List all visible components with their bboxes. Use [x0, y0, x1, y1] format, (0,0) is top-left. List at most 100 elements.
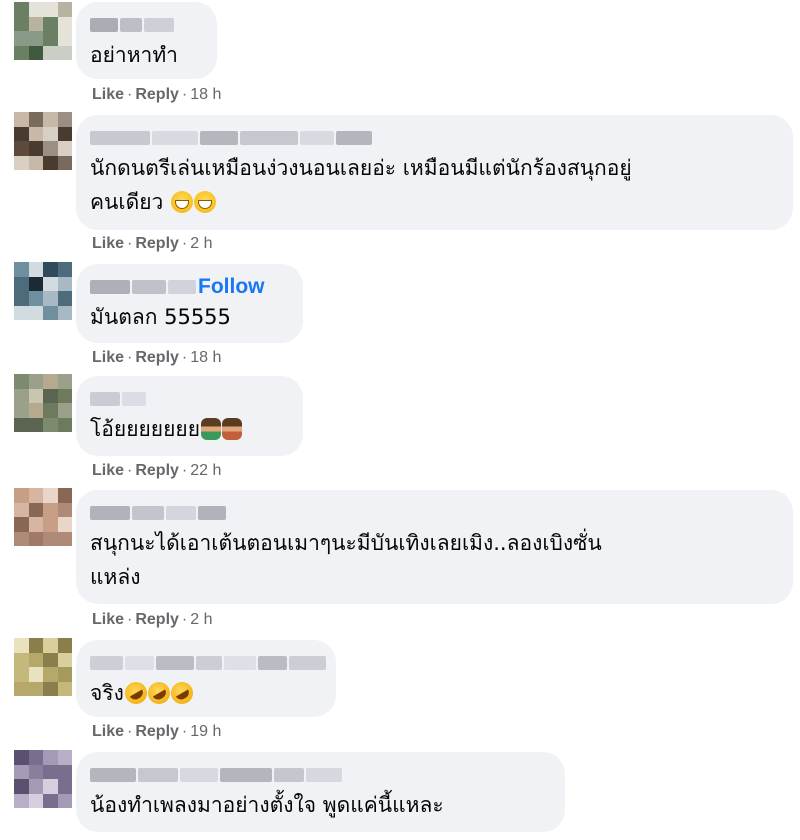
- avatar-pixel: [28, 793, 43, 808]
- avatar-pixel: [43, 667, 58, 682]
- comment-text: สนุกนะได้เอาเต้นตอนเมาๆนะมีบันเทิงเลยเมิ…: [90, 531, 602, 589]
- like-link[interactable]: Like: [92, 723, 124, 740]
- avatar-pixel: [28, 403, 43, 418]
- blurred-name-segment: [258, 656, 288, 670]
- reply-link[interactable]: Reply: [135, 723, 179, 740]
- comment-text: โอ้ยยยยยยย: [90, 412, 287, 446]
- like-link[interactable]: Like: [92, 349, 124, 366]
- timestamp[interactable]: 18 h: [190, 349, 221, 366]
- avatar-pixel: [14, 517, 29, 532]
- timestamp[interactable]: 2 h: [190, 611, 212, 628]
- timestamp[interactable]: 22 h: [190, 462, 221, 479]
- avatar-pixel: [43, 2, 58, 17]
- avatar-pixel: [43, 488, 58, 503]
- rolling-on-floor-laughing-icon: [166, 677, 197, 709]
- reply-link[interactable]: Reply: [135, 349, 179, 366]
- avatar-pixel: [57, 16, 72, 31]
- avatar-pixel: [28, 388, 43, 403]
- avatar-pixel: [57, 403, 72, 418]
- author-name[interactable]: Follow: [90, 275, 287, 299]
- like-link[interactable]: Like: [92, 235, 124, 252]
- author-name[interactable]: [90, 14, 201, 36]
- avatar-pixel: [28, 531, 43, 546]
- avatar-pixel: [57, 112, 72, 127]
- comment-text-body: จริง: [90, 681, 124, 705]
- avatar-pixel: [57, 750, 72, 765]
- avatar-pixel: [57, 2, 72, 17]
- avatar-pixel: [57, 374, 72, 389]
- avatar-pixel: [57, 502, 72, 517]
- avatar-pixel: [57, 517, 72, 532]
- avatar-pixel: [57, 155, 72, 170]
- comment-actions: Like · Reply · 22 h: [92, 462, 222, 479]
- follow-button[interactable]: Follow: [198, 275, 265, 299]
- reply-link[interactable]: Reply: [135, 86, 179, 103]
- blurred-name-segment: [90, 18, 118, 32]
- blurred-name-segment: [168, 280, 196, 294]
- avatar[interactable]: [14, 374, 72, 432]
- avatar-pixel: [57, 141, 72, 156]
- avatar-pixel: [28, 126, 43, 141]
- rolling-on-floor-laughing-icon: [143, 677, 174, 709]
- avatar[interactable]: [14, 262, 72, 320]
- comment-text: น้องทำเพลงมาอย่างตั้งใจ พูดแค่นี้แหละ: [90, 793, 444, 817]
- author-name[interactable]: [90, 388, 287, 410]
- avatar-pixel: [14, 667, 29, 682]
- avatar-pixel: [57, 779, 72, 794]
- avatar[interactable]: [14, 112, 72, 170]
- author-name[interactable]: [90, 652, 327, 674]
- timestamp[interactable]: 19 h: [190, 723, 221, 740]
- timestamp[interactable]: 2 h: [190, 235, 212, 252]
- avatar[interactable]: [14, 750, 72, 808]
- blurred-name-segment: [90, 656, 123, 670]
- blurred-name-segment: [196, 656, 222, 670]
- avatar-pixel: [14, 276, 29, 291]
- comment-text: มันตลก 55555: [90, 305, 231, 329]
- avatar-pixel: [43, 305, 58, 320]
- avatar-pixel: [43, 126, 58, 141]
- avatar-pixel: [14, 388, 29, 403]
- avatar-pixel: [43, 417, 58, 432]
- avatar[interactable]: [14, 638, 72, 696]
- avatar-pixel: [28, 155, 43, 170]
- avatar-pixel: [43, 155, 58, 170]
- avatar-pixel: [28, 417, 43, 432]
- avatar[interactable]: [14, 2, 72, 60]
- avatar-pixel: [14, 652, 29, 667]
- blurred-name-segment: [220, 768, 272, 782]
- avatar-pixel: [14, 764, 29, 779]
- like-link[interactable]: Like: [92, 462, 124, 479]
- avatar-pixel: [28, 488, 43, 503]
- reply-link[interactable]: Reply: [135, 235, 179, 252]
- like-link[interactable]: Like: [92, 86, 124, 103]
- blurred-name-segment: [132, 506, 164, 520]
- comment-bubble: สนุกนะได้เอาเต้นตอนเมาๆนะมีบันเทิงเลยเมิ…: [76, 490, 793, 604]
- avatar-pixel: [43, 403, 58, 418]
- author-name[interactable]: [90, 764, 549, 786]
- avatar-pixel: [43, 112, 58, 127]
- person-facepalming-icon: [201, 418, 222, 440]
- avatar-pixel: [14, 502, 29, 517]
- avatar-pixel: [28, 45, 43, 60]
- avatar[interactable]: [14, 488, 72, 546]
- reply-link[interactable]: Reply: [135, 462, 179, 479]
- reply-link[interactable]: Reply: [135, 611, 179, 628]
- avatar-pixel: [28, 667, 43, 682]
- avatar-pixel: [28, 305, 43, 320]
- blurred-name-segment: [90, 392, 120, 406]
- blurred-name-segment: [274, 768, 304, 782]
- blurred-name-segment: [122, 392, 146, 406]
- avatar-pixel: [28, 638, 43, 653]
- like-link[interactable]: Like: [92, 611, 124, 628]
- blurred-name-segment: [90, 280, 130, 294]
- blurred-name-segment: [336, 131, 372, 145]
- avatar-pixel: [57, 667, 72, 682]
- blurred-name-segment: [120, 18, 142, 32]
- timestamp[interactable]: 18 h: [190, 86, 221, 103]
- author-name[interactable]: [90, 127, 777, 149]
- author-name[interactable]: [90, 502, 777, 524]
- avatar-pixel: [14, 291, 29, 306]
- avatar-pixel: [28, 2, 43, 17]
- avatar-pixel: [57, 531, 72, 546]
- avatar-pixel: [43, 502, 58, 517]
